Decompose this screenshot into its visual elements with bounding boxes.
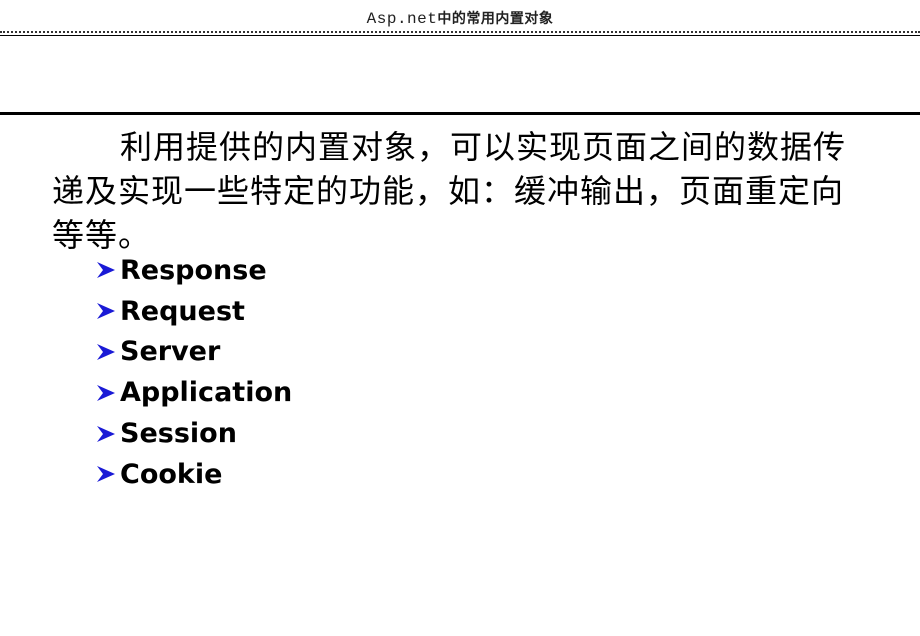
bullet-label: Request: [120, 295, 245, 327]
header-title-cn: 中的常用内置对象: [437, 11, 554, 27]
bullet-item: Response: [96, 250, 292, 291]
bullet-label: Session: [120, 418, 237, 450]
title-area-divider: [0, 112, 920, 115]
bullet-label: Application: [120, 377, 293, 409]
bullet-label: Response: [120, 254, 267, 286]
bullet-item: Server: [96, 332, 292, 373]
bullet-item: Session: [96, 413, 292, 454]
bullet-item: Cookie: [96, 454, 292, 495]
object-bullet-list: Response Request Server Application Sess…: [96, 250, 292, 495]
header-solid-divider: [0, 35, 920, 36]
slide-header-title: Asp.net中的常用内置对象: [0, 8, 920, 28]
arrowhead-bullet-icon: [97, 384, 115, 401]
header-dotted-divider: [0, 31, 920, 33]
header-title-en: Asp.net: [366, 10, 438, 28]
arrowhead-bullet-icon: [97, 343, 115, 360]
arrowhead-bullet-icon: [97, 303, 115, 320]
bullet-label: Server: [120, 336, 221, 368]
arrowhead-bullet-icon: [97, 425, 115, 442]
bullet-item: Application: [96, 372, 292, 413]
arrowhead-bullet-icon: [97, 466, 115, 483]
bullet-item: Request: [96, 291, 292, 332]
bullet-label: Cookie: [120, 458, 223, 490]
arrowhead-bullet-icon: [97, 262, 115, 279]
intro-paragraph: 利用提供的内置对象，可以实现页面之间的数据传递及实现一些特定的功能，如：缓冲输出…: [52, 128, 847, 254]
